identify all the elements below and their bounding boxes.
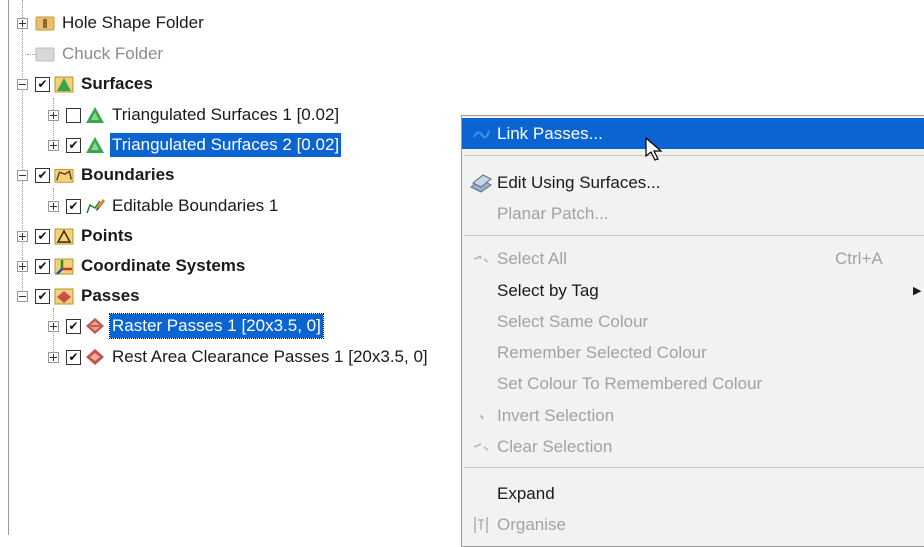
visibility-checkbox[interactable]: ✔ <box>66 198 81 214</box>
folder-icon <box>35 14 55 32</box>
collapse-minus-icon[interactable] <box>17 169 28 181</box>
visibility-checkbox[interactable]: ✔ <box>35 288 50 304</box>
coordinate-system-icon <box>54 257 74 275</box>
menu-item-edit-using-surfaces[interactable]: Edit Using Surfaces... <box>462 167 924 198</box>
expand-plus-icon[interactable] <box>17 260 28 272</box>
select-arrows-icon <box>467 245 495 273</box>
tree-item-surfaces[interactable]: ✔ Surfaces <box>17 71 155 97</box>
menu-item-clear-selection[interactable]: Clear Selection <box>462 431 924 462</box>
menu-item-label: Planar Patch... <box>497 203 609 223</box>
menu-item-invert-selection[interactable]: Invert Selection <box>462 400 924 431</box>
tree-item-editable-boundaries-1[interactable]: ✔ Editable Boundaries 1 <box>48 193 280 219</box>
visibility-checkbox[interactable]: ✔ <box>66 137 81 153</box>
collapse-minus-icon[interactable] <box>17 78 28 90</box>
menu-item-expand[interactable]: Expand <box>462 478 924 509</box>
menu-item-organise[interactable]: Organise <box>462 509 924 540</box>
tree-item-coordinate-systems[interactable]: ✔ Coordinate Systems <box>17 253 247 279</box>
visibility-checkbox[interactable]: ✔ <box>35 258 50 274</box>
expand-plus-icon[interactable] <box>17 17 28 29</box>
tree-item-label: Boundaries <box>81 165 175 184</box>
tree-item-label: Chuck Folder <box>62 44 164 63</box>
expand-plus-icon[interactable] <box>48 139 59 151</box>
context-menu: Link Passes... Edit Using Surfaces... Pl… <box>461 115 924 547</box>
tree-item-label: Rest Area Clearance Passes 1 [20x3.5, 0] <box>112 347 428 366</box>
boundaries-folder-icon <box>54 166 74 184</box>
tree-item-triangulated-surfaces-1[interactable]: Triangulated Surfaces 1 [0.02] <box>48 102 341 128</box>
tree-item-label: Points <box>81 226 133 245</box>
mouse-cursor-icon <box>644 136 666 168</box>
menu-separator <box>464 235 924 236</box>
area-clearance-passes-icon <box>85 348 105 366</box>
tree-item-raster-passes-1[interactable]: ✔ Raster Passes 1 [20x3.5, 0] <box>48 313 324 339</box>
passes-folder-icon <box>54 287 74 305</box>
tree-item-label: Triangulated Surfaces 1 [0.02] <box>112 105 340 124</box>
tree-item-triangulated-surfaces-2[interactable]: ✔ Triangulated Surfaces 2 [0.02] <box>48 132 342 158</box>
tree-item-points[interactable]: ✔ Points <box>17 223 135 249</box>
menu-item-label: Remember Selected Colour <box>497 342 707 362</box>
tree-item-label: Raster Passes 1 [20x3.5, 0] <box>109 313 324 339</box>
visibility-checkbox[interactable]: ✔ <box>66 349 81 365</box>
expand-plus-icon[interactable] <box>17 230 28 242</box>
expand-plus-icon[interactable] <box>48 109 59 121</box>
visibility-checkbox[interactable]: ✔ <box>35 167 50 183</box>
menu-item-label: Organise <box>497 514 566 534</box>
menu-item-select-same-colour[interactable]: Select Same Colour <box>462 306 924 337</box>
tree-item-rest-area-clearance-passes-1[interactable]: ✔ Rest Area Clearance Passes 1 [20x3.5, … <box>48 344 430 370</box>
expand-plus-icon[interactable] <box>48 200 59 212</box>
menu-separator <box>464 155 924 156</box>
menu-separator <box>464 467 924 468</box>
raster-passes-icon <box>85 317 105 335</box>
tree-item-label: Passes <box>81 286 140 305</box>
tree-item-label: Triangulated Surfaces 2 [0.02] <box>110 133 342 157</box>
tree-item-label: Editable Boundaries 1 <box>112 196 279 215</box>
visibility-checkbox[interactable]: ✔ <box>35 76 50 92</box>
menu-item-planar-patch[interactable]: Planar Patch... <box>462 198 924 229</box>
menu-item-label: Select by Tag <box>497 280 599 300</box>
menu-item-label: Set Colour To Remembered Colour <box>497 373 763 393</box>
menu-item-label: Invert Selection <box>497 405 615 425</box>
clear-selection-icon <box>467 433 495 461</box>
surfaces-folder-icon <box>54 75 74 93</box>
triangle-surface-icon <box>85 106 105 124</box>
tree-item-label: Hole Shape Folder <box>62 13 204 32</box>
invert-selection-icon <box>467 402 495 430</box>
tree-item-label: Coordinate Systems <box>81 256 246 275</box>
tree-item-boundaries[interactable]: ✔ Boundaries <box>17 162 177 188</box>
menu-item-label: Link Passes... <box>497 123 603 143</box>
folder-icon <box>35 45 55 63</box>
visibility-checkbox[interactable]: ✔ <box>35 228 50 244</box>
points-folder-icon <box>54 227 74 245</box>
menu-item-label: Expand <box>497 483 555 503</box>
explorer-tree: Hole Shape Folder Chuck Folder ✔ Surface… <box>0 0 470 535</box>
menu-item-select-by-tag[interactable]: Select by Tag ▶ <box>462 275 924 306</box>
menu-item-set-colour-to-remembered-colour[interactable]: Set Colour To Remembered Colour <box>462 368 924 399</box>
pencil-boundary-icon <box>85 197 105 215</box>
collapse-minus-icon[interactable] <box>17 290 28 302</box>
edit-surfaces-icon <box>467 169 495 197</box>
menu-item-shortcut: Ctrl+A <box>835 248 883 268</box>
menu-item-label: Select Same Colour <box>497 311 649 331</box>
visibility-checkbox[interactable]: ✔ <box>66 318 81 334</box>
menu-item-label: Edit Using Surfaces... <box>497 172 661 192</box>
menu-item-label: Select All <box>497 248 567 268</box>
visibility-checkbox[interactable] <box>66 107 81 123</box>
tree-item-hole-shape-folder[interactable]: Hole Shape Folder <box>17 10 206 36</box>
menu-item-remember-selected-colour[interactable]: Remember Selected Colour <box>462 337 924 368</box>
triangle-surface-icon <box>85 136 105 154</box>
menu-item-label: Clear Selection <box>497 436 613 456</box>
tree-item-chuck-folder[interactable]: Chuck Folder <box>17 41 165 67</box>
tree-item-label: Surfaces <box>81 74 153 93</box>
tree-item-passes[interactable]: ✔ Passes <box>17 283 142 309</box>
menu-item-select-all[interactable]: Select All Ctrl+A <box>462 243 924 274</box>
submenu-arrow-icon: ▶ <box>913 285 922 297</box>
expand-plus-icon[interactable] <box>48 320 59 332</box>
menu-item-link-passes[interactable]: Link Passes... <box>462 118 924 149</box>
link-passes-icon <box>467 120 495 148</box>
organise-icon <box>467 511 495 539</box>
expand-plus-icon[interactable] <box>48 351 59 363</box>
